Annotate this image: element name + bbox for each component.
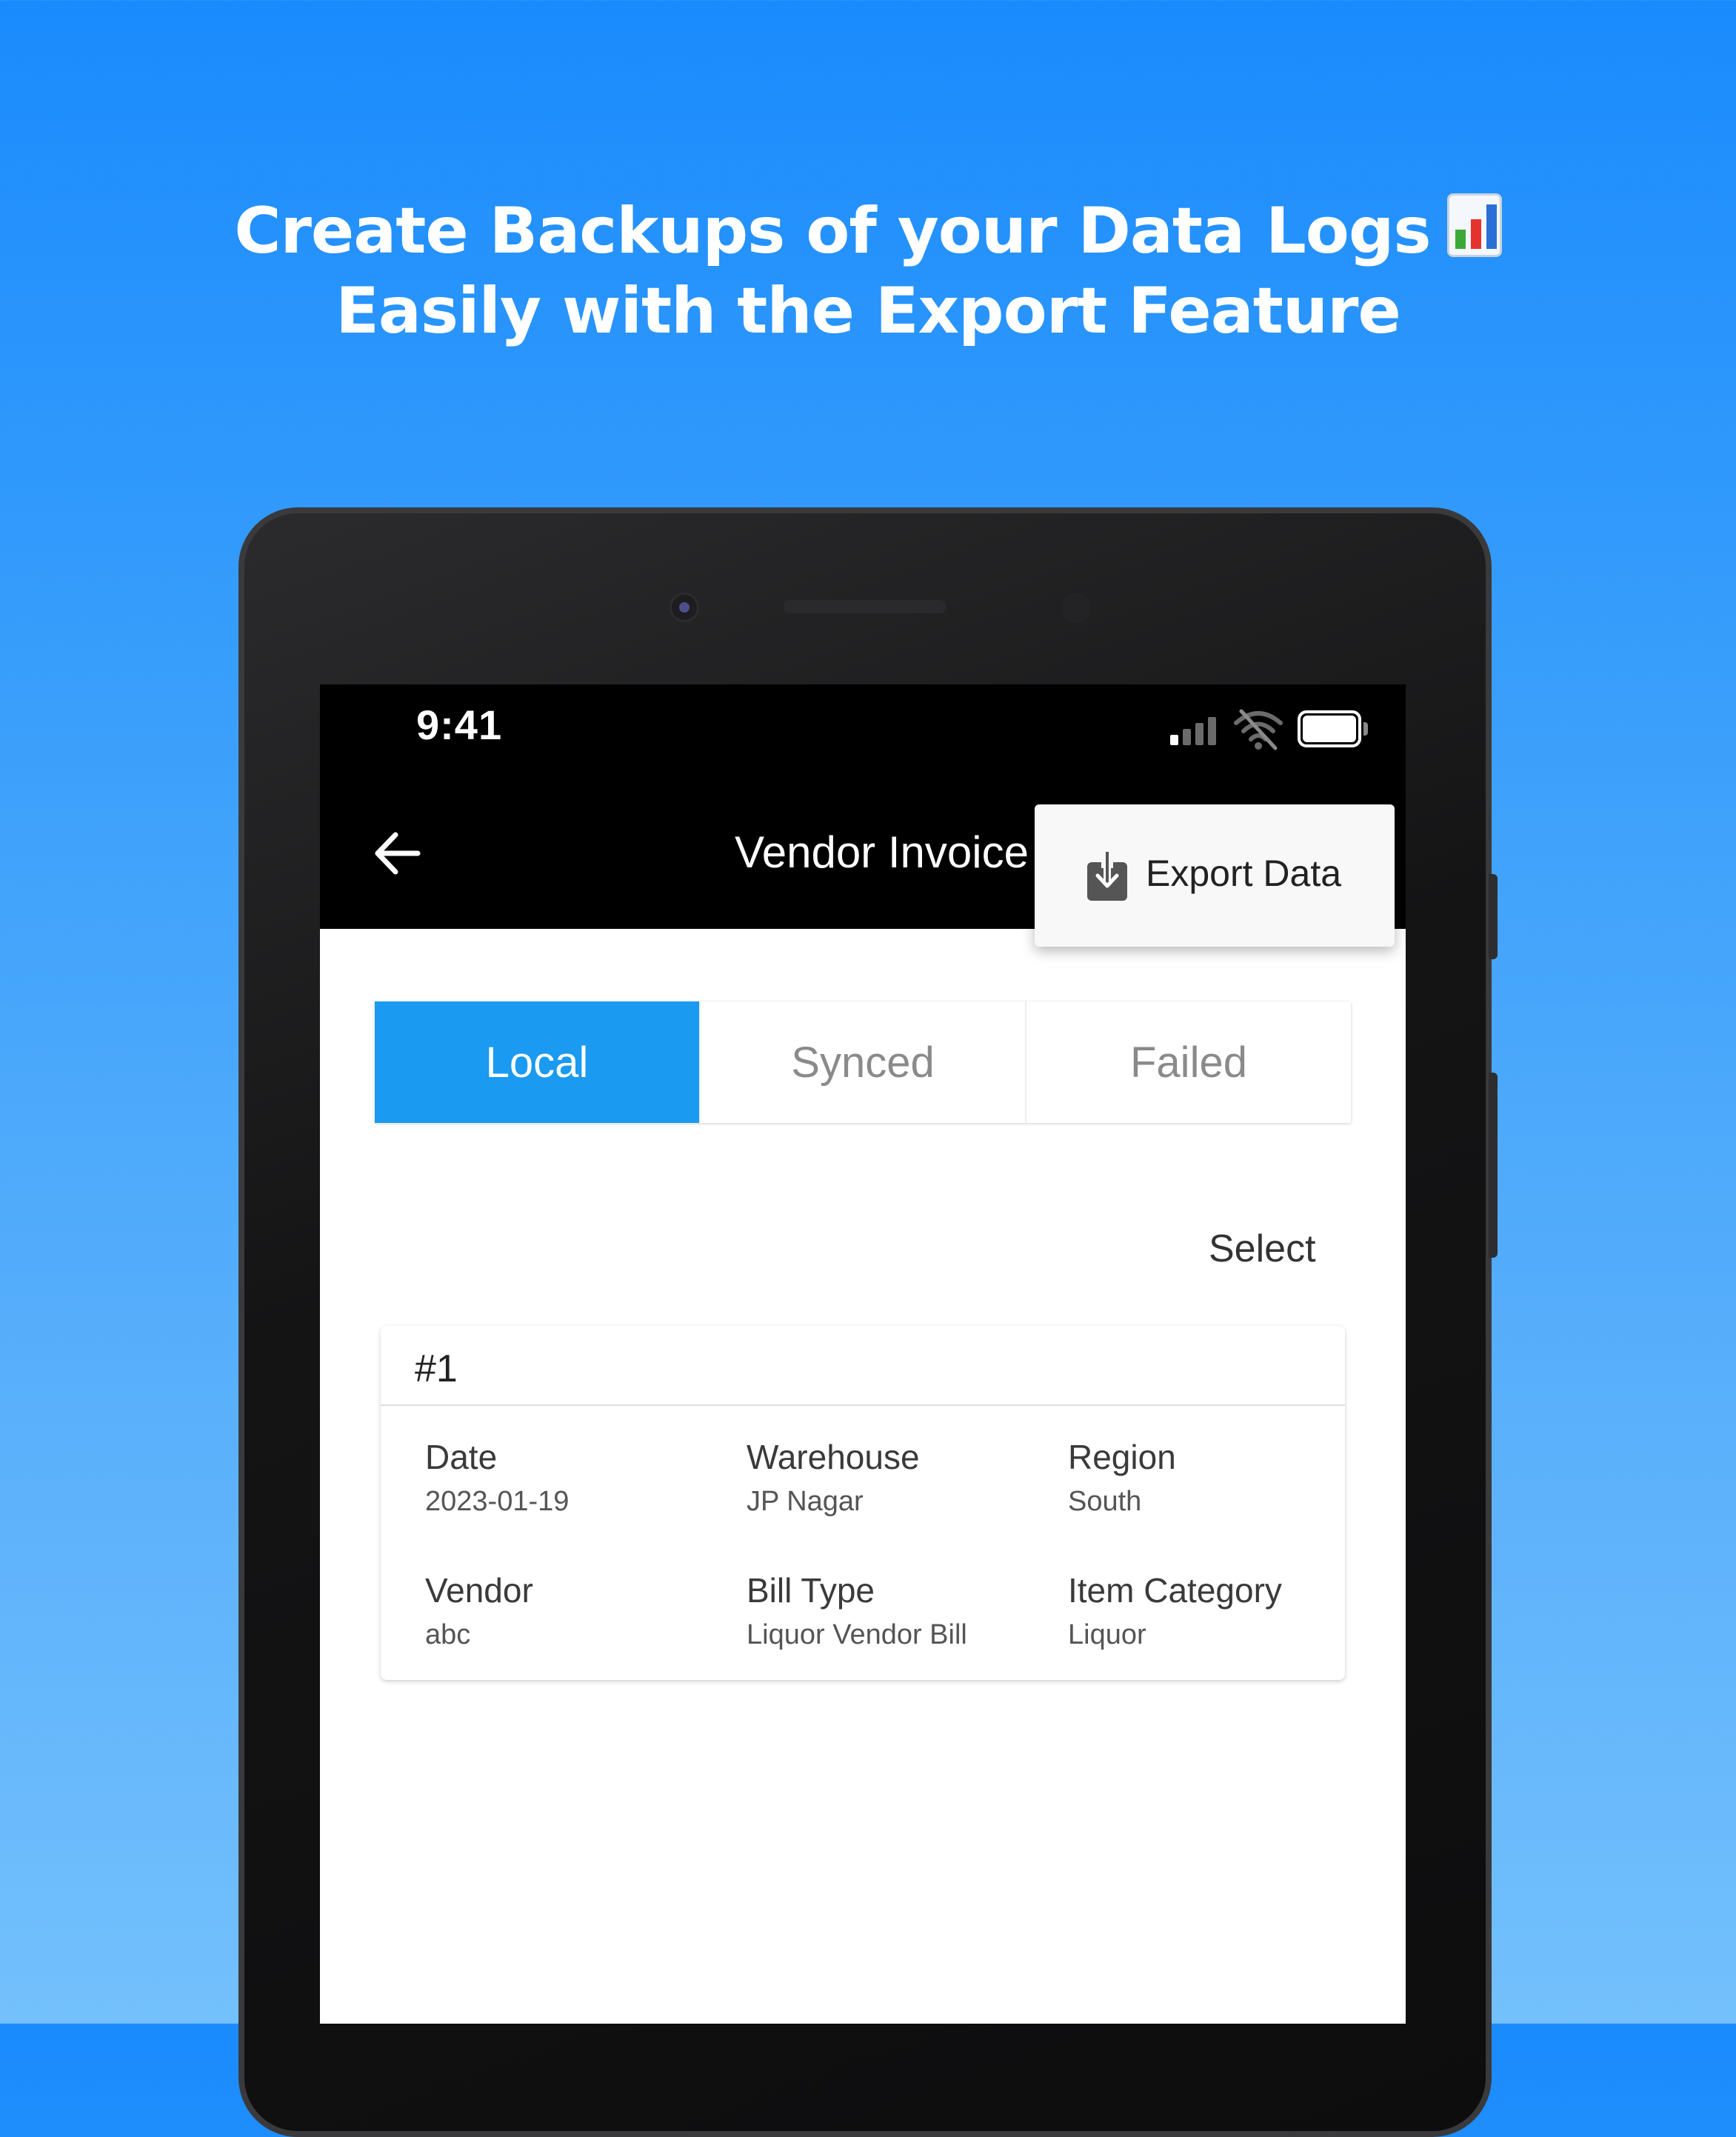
field-value: Liquor Vendor Bill	[747, 1619, 967, 1650]
page-title: Vendor Invoice	[735, 827, 1029, 877]
proximity-sensor	[1061, 593, 1090, 623]
field-value: JP Nagar	[747, 1486, 864, 1517]
export-data-menu-item[interactable]: Export Data	[1035, 804, 1395, 947]
earpiece-speaker	[784, 600, 947, 613]
tab-failed[interactable]: Failed	[1025, 1001, 1351, 1123]
tab-synced[interactable]: Synced	[699, 1001, 1025, 1123]
bar-chart-icon	[1446, 193, 1502, 257]
field-label: Bill Type	[747, 1571, 875, 1610]
export-data-label: Export Data	[1146, 853, 1342, 894]
record-id: #1	[415, 1347, 458, 1390]
field-date: Date 2023-01-19	[425, 1437, 736, 1518]
field-bill-type: Bill Type Liquor Vendor Bill	[747, 1570, 1058, 1651]
status-bar: 9:41	[320, 684, 1406, 781]
field-value: abc	[425, 1619, 471, 1650]
field-region: Region South	[1068, 1437, 1379, 1518]
promo-headline: Create Backups of your Data Logs Easily …	[0, 191, 1736, 351]
headline-line-2: Easily with the Export Feature	[335, 274, 1401, 348]
field-value: Liquor	[1068, 1619, 1146, 1650]
volume-button	[1489, 874, 1498, 959]
field-value: South	[1068, 1486, 1142, 1517]
record-card[interactable]: #1 Date 2023-01-19 Warehouse JP Nagar Re…	[381, 1326, 1345, 1680]
field-label: Vendor	[425, 1571, 533, 1610]
tab-bar: Local Synced Failed	[375, 1001, 1351, 1123]
field-label: Item Category	[1068, 1571, 1282, 1610]
tab-local[interactable]: Local	[375, 1001, 699, 1123]
headline-line-1-text: Create Backups of your Data Logs	[234, 194, 1431, 268]
download-icon	[1087, 852, 1127, 901]
cellular-signal-icon	[1170, 714, 1222, 745]
power-button	[1489, 1073, 1498, 1258]
front-camera	[670, 593, 699, 622]
field-value: 2023-01-19	[425, 1486, 570, 1517]
headline-line-1: Create Backups of your Data Logs	[0, 191, 1736, 271]
field-label: Warehouse	[747, 1438, 920, 1476]
field-label: Date	[425, 1438, 498, 1476]
field-vendor: Vendor abc	[425, 1570, 736, 1651]
field-item-category: Item Category Liquor	[1068, 1570, 1379, 1651]
status-time: 9:41	[416, 701, 503, 748]
back-arrow-icon[interactable]	[372, 827, 424, 879]
field-label: Region	[1068, 1438, 1176, 1476]
battery-icon	[1298, 710, 1369, 747]
field-warehouse: Warehouse JP Nagar	[747, 1437, 1058, 1518]
app-screen: 9:41 Vendor Invoice Export Data Local Sy…	[320, 684, 1406, 2024]
wifi-off-icon	[1234, 709, 1283, 750]
select-button[interactable]: Select	[1209, 1227, 1316, 1271]
record-card-header: #1	[381, 1326, 1345, 1406]
